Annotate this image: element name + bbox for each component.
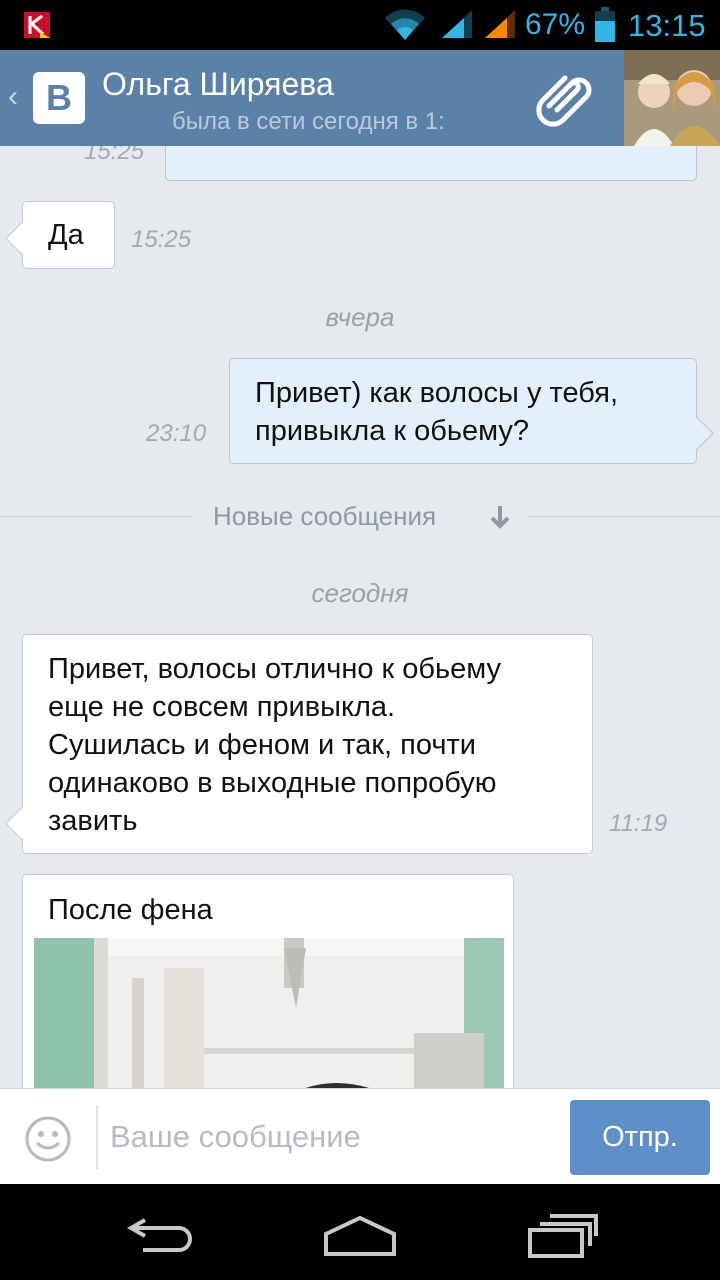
paperclip-icon[interactable] — [535, 68, 599, 132]
message-text: После фена — [48, 894, 213, 926]
wifi-icon — [385, 9, 425, 40]
send-button[interactable]: Отпр. — [570, 1100, 710, 1175]
contact-avatar[interactable] — [624, 50, 720, 146]
input-divider — [96, 1105, 98, 1169]
message-text-line: еще не совсем привыкла. — [48, 691, 396, 723]
vk-logo[interactable]: B — [33, 72, 85, 124]
smile-icon[interactable] — [24, 1115, 72, 1163]
message-time: 23:10 — [146, 420, 207, 447]
message-text-line: Привет) как волосы у тебя, — [255, 377, 619, 409]
notification-icon — [24, 12, 50, 38]
nav-home-icon[interactable] — [322, 1214, 398, 1256]
message-text-line: Привет, волосы отлично к обьему — [48, 653, 501, 685]
contact-status: была в сети сегодня в 1: — [172, 108, 445, 135]
message-text-line: завить — [48, 805, 138, 837]
message-time: 15:25 — [84, 146, 145, 165]
arrow-down-icon — [490, 506, 510, 529]
message-input-bar: Отпр. — [0, 1088, 720, 1184]
new-messages-line — [0, 516, 193, 517]
message-text-line: одинаково в выходные попробую — [48, 767, 497, 799]
message-bubble-incoming[interactable]: Привет, волосы отлично к обьему еще не с… — [22, 634, 593, 854]
new-messages-line — [527, 516, 720, 517]
status-bar: 67% 13:15 — [0, 0, 720, 50]
message-bubble-outgoing[interactable]: Привет) как волосы у тебя, привыкла к об… — [229, 358, 697, 464]
nav-recent-icon[interactable] — [526, 1212, 598, 1258]
chat-header: ‹ B Ольга Ширяева была в сети сегодня в … — [0, 50, 720, 146]
message-bubble-incoming[interactable]: После фена — [22, 874, 514, 1088]
signal-icon — [442, 10, 472, 38]
battery-percent: 67% — [525, 8, 586, 41]
photo-attachment[interactable] — [34, 938, 504, 1088]
nav-back-icon[interactable] — [125, 1214, 195, 1254]
contact-name[interactable]: Ольга Ширяева — [102, 66, 334, 103]
date-separator: сегодня — [311, 578, 409, 608]
message-text-line: Сушилась и феном и так, почти — [48, 729, 476, 761]
navigation-bar — [0, 1184, 720, 1280]
message-bubble-incoming[interactable]: Да — [22, 201, 115, 269]
new-messages-label: Новые сообщения — [213, 501, 437, 531]
message-time: 15:25 — [131, 226, 192, 253]
date-separator: вчера — [325, 302, 395, 332]
battery-icon — [595, 7, 615, 42]
chat-area[interactable]: есть? 15:25 Да 15:25 вчера Привет) как в… — [0, 146, 720, 1088]
message-time: 11:19 — [609, 810, 668, 837]
clock: 13:15 — [628, 8, 706, 43]
message-bubble-outgoing[interactable]: есть? — [165, 146, 697, 181]
message-text: есть? — [190, 146, 265, 155]
message-input[interactable] — [110, 1109, 550, 1165]
back-chevron-icon[interactable]: ‹ — [8, 80, 18, 114]
signal-icon-2 — [485, 10, 515, 38]
message-text-line: привыкла к обьему? — [255, 415, 530, 447]
message-text: Да — [48, 219, 84, 251]
